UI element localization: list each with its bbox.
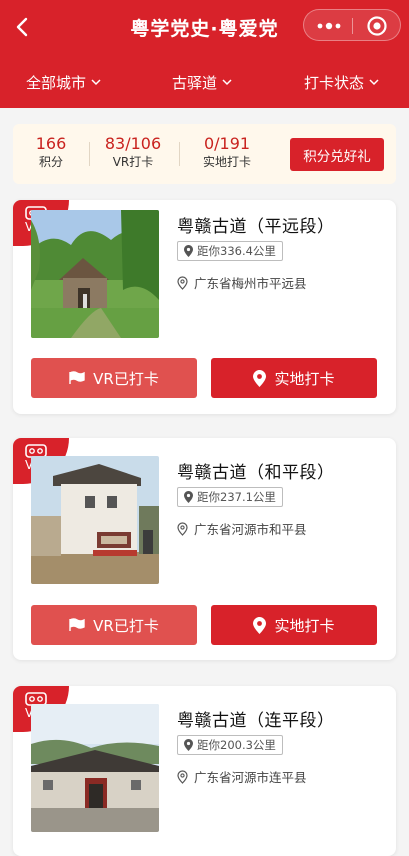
stat-divider (179, 142, 180, 166)
stat-vr-value: 83/106 (104, 134, 162, 153)
more-button[interactable] (316, 18, 342, 34)
route-photo-image (31, 704, 159, 832)
miniprogram-capsule (303, 9, 401, 41)
field-checkin-label: 实地打卡 (274, 616, 335, 635)
filter-bar: 全部城市 古驿道 打卡状态 (0, 64, 409, 98)
location-pin-icon (177, 275, 188, 290)
route-photo[interactable] (31, 210, 159, 338)
stat-vr-label: VR打卡 (112, 155, 154, 169)
location: 广东省梅州市平远县 (177, 273, 307, 292)
distance-tag: 距你237.1公里 (177, 487, 283, 507)
flag-icon (69, 371, 85, 384)
more-dots-icon (317, 22, 341, 30)
location: 广东省河源市和平县 (177, 519, 307, 538)
field-checkin-label: 实地打卡 (274, 369, 335, 388)
route-photo-image (31, 210, 159, 338)
stat-points-value: 166 (35, 134, 67, 153)
vr-checkin-button[interactable]: VR已打卡 (31, 605, 197, 645)
distance-tag: 距你200.3公里 (177, 735, 283, 755)
distance-text: 距你237.1公里 (197, 490, 276, 504)
stat-field-label: 实地打卡 (202, 155, 251, 169)
filter-city[interactable]: 全部城市 (26, 70, 101, 94)
stat-field-checkin: 0/191 实地打卡 (197, 134, 257, 171)
map-pin-icon (184, 491, 193, 503)
filter-city-label: 全部城市 (26, 73, 87, 92)
target-close-icon (367, 16, 387, 36)
stat-vr-checkin: 83/106 VR打卡 (101, 134, 165, 171)
route-card[interactable]: VR 粤赣古道（连平段） 距你200.3公里 广东省河源市连平县 (13, 686, 396, 856)
stat-points-label: 积分 (38, 155, 63, 169)
route-photo[interactable] (31, 704, 159, 832)
stats-panel: 166 积分 83/106 VR打卡 0/191 实地打卡 积分兑好礼 (13, 124, 396, 184)
close-button[interactable] (366, 15, 388, 37)
map-pin-icon (184, 245, 193, 257)
chevron-down-icon (91, 78, 101, 85)
location-text: 广东省河源市和平县 (194, 522, 307, 537)
distance-tag: 距你336.4公里 (177, 241, 283, 261)
route-photo[interactable] (31, 456, 159, 584)
redeem-points-button[interactable]: 积分兑好礼 (290, 138, 384, 171)
nav-bar: 粤学党史·粤爱党 (0, 0, 409, 54)
chevron-down-icon (222, 78, 232, 85)
location: 广东省河源市连平县 (177, 767, 307, 786)
route-title: 粤赣古道（平远段） (177, 217, 335, 237)
distance-text: 距你336.4公里 (197, 244, 276, 258)
route-card[interactable]: VR 粤赣古道（平远段） 距你336.4公里 广东省梅州市平远县 VR已打卡 实… (13, 200, 396, 414)
location-pin-icon (177, 769, 188, 784)
map-marker-icon (253, 616, 267, 634)
route-photo-image (31, 456, 159, 584)
vr-checkin-button[interactable]: VR已打卡 (31, 358, 197, 398)
header: 粤学党史·粤爱党 全部城市 古驿道 打卡状态 (0, 0, 409, 108)
stat-points: 166 积分 (31, 134, 71, 171)
map-marker-icon (253, 369, 267, 387)
location-text: 广东省梅州市平远县 (194, 276, 307, 291)
filter-status[interactable]: 打卡状态 (304, 70, 379, 94)
chevron-down-icon (369, 78, 379, 85)
capsule-divider (352, 18, 353, 34)
filter-route-label: 古驿道 (172, 73, 218, 92)
flag-icon (69, 618, 85, 631)
distance-text: 距你200.3公里 (197, 738, 276, 752)
route-card[interactable]: VR 粤赣古道（和平段） 距你237.1公里 广东省河源市和平县 VR已打卡 (13, 438, 396, 660)
vr-checkin-label: VR已打卡 (93, 369, 159, 388)
map-pin-icon (184, 739, 193, 751)
filter-route[interactable]: 古驿道 (172, 70, 232, 94)
stat-field-value: 0/191 (203, 134, 251, 153)
stat-divider (89, 142, 90, 166)
location-text: 广东省河源市连平县 (194, 770, 307, 785)
filter-status-label: 打卡状态 (304, 73, 365, 92)
route-title: 粤赣古道（连平段） (177, 711, 335, 731)
location-pin-icon (177, 521, 188, 536)
field-checkin-button[interactable]: 实地打卡 (211, 605, 377, 645)
route-title: 粤赣古道（和平段） (177, 463, 335, 483)
vr-checkin-label: VR已打卡 (93, 616, 159, 635)
field-checkin-button[interactable]: 实地打卡 (211, 358, 377, 398)
